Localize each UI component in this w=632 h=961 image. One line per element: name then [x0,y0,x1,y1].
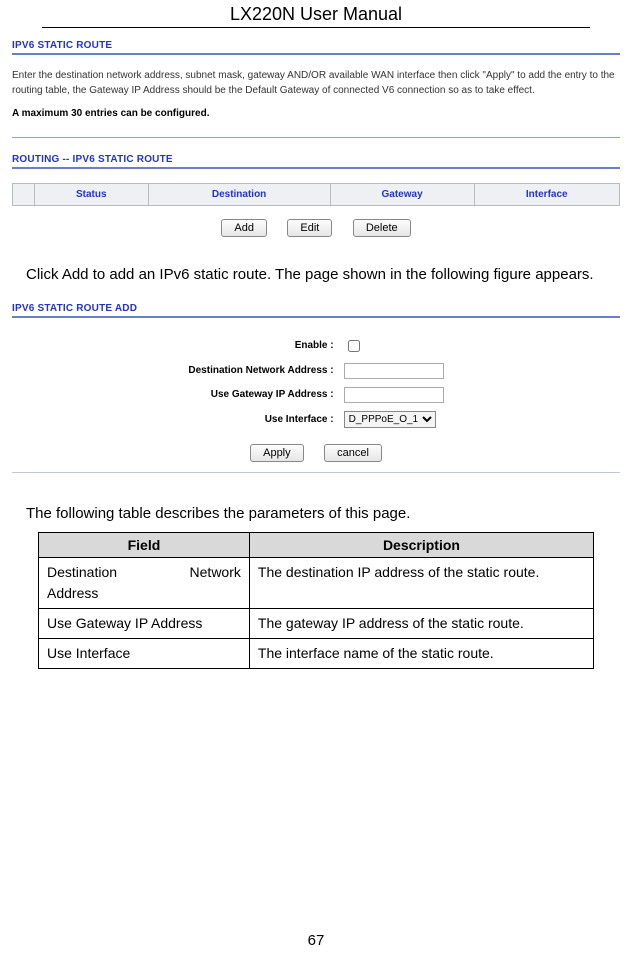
field-text: Address [47,583,241,604]
gateway-ip-input[interactable] [344,387,444,403]
field-text: Destination [47,562,117,583]
label-use-interface: Use Interface : [184,408,337,431]
desc-text: The gateway IP address of the static rou… [249,608,593,638]
cancel-button[interactable]: cancel [324,444,382,462]
use-interface-select[interactable]: D_PPPoE_O_1 [344,411,436,428]
col-interface: Interface [474,184,619,206]
desc-text: The destination IP address of the static… [249,557,593,608]
edit-button[interactable]: Edit [287,219,332,237]
apply-button[interactable]: Apply [250,444,304,462]
label-use-gateway-ip: Use Gateway IP Address : [184,384,337,406]
col-select [13,184,35,206]
delete-button[interactable]: Delete [353,219,411,237]
col-gateway: Gateway [330,184,474,206]
intro-text: Enter the destination network address, s… [12,69,620,98]
param-header-field: Field [39,532,250,557]
table-row: Use Interface The interface name of the … [39,638,594,668]
label-enable: Enable : [184,334,337,358]
col-destination: Destination [148,184,330,206]
desc-text: The interface name of the static route. [249,638,593,668]
label-destination-network-address: Destination Network Address : [184,360,337,382]
table-row: Use Gateway IP Address The gateway IP ad… [39,608,594,638]
parameter-table: Field Description Destination Network Ad… [38,532,594,669]
param-header-desc: Description [249,532,593,557]
divider [12,316,620,318]
enable-checkbox[interactable] [348,340,360,352]
destination-network-address-input[interactable] [344,363,444,379]
section-routing-table: ROUTING -- IPV6 STATIC ROUTE [12,150,620,165]
divider [12,167,620,169]
add-button[interactable]: Add [221,219,267,237]
field-text: Network [190,562,241,583]
body-paragraph-2: The following table describes the parame… [26,503,606,524]
field-text: Use Gateway IP Address [39,608,250,638]
col-status: Status [35,184,149,206]
section-ipv6-static-route: IPV6 STATIC ROUTE [12,36,620,51]
page-number: 67 [0,932,632,949]
divider [12,472,620,473]
add-form: Enable : Destination Network Address : U… [182,332,449,433]
intro-note: A maximum 30 entries can be configured. [12,108,620,119]
body-paragraph-1: Click Add to add an IPv6 static route. T… [26,259,606,291]
divider [12,53,620,55]
doc-title: LX220N User Manual [42,0,590,28]
table-row: Destination Network Address The destinat… [39,557,594,608]
divider [12,137,620,138]
section-ipv6-static-route-add: IPV6 STATIC ROUTE ADD [12,299,620,314]
field-text: Use Interface [39,638,250,668]
routing-table: Status Destination Gateway Interface [12,183,620,206]
